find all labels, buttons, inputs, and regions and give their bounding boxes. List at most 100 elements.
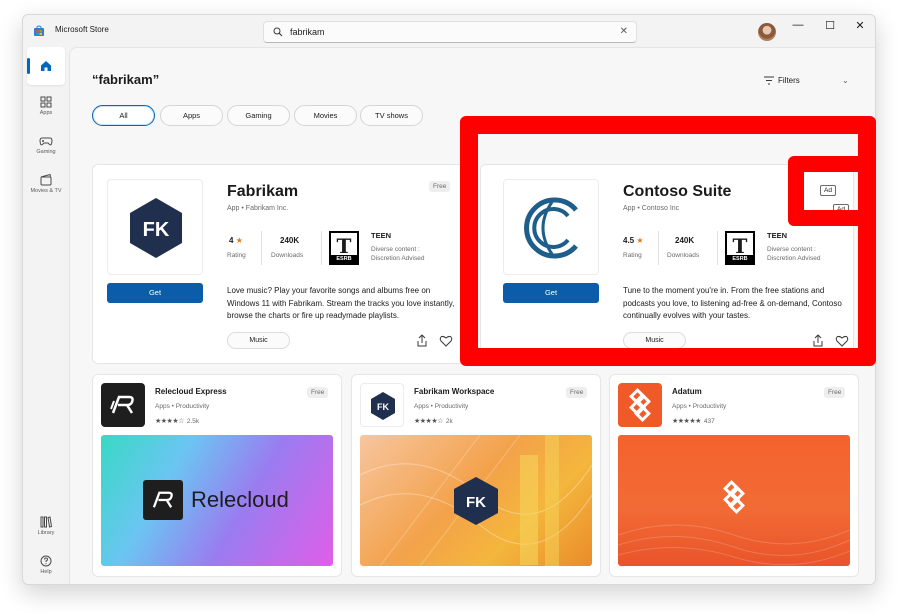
adatum-banner-icon — [723, 480, 745, 514]
app-card-adatum[interactable]: Adatum Apps • Productivity ★★★★★ 437 Free — [609, 374, 859, 577]
app-name: Relecloud Express — [155, 387, 227, 396]
app-name: Fabrikam — [227, 183, 299, 200]
svg-text:FK: FK — [466, 494, 486, 511]
adatum-banner — [618, 435, 850, 566]
relecloud-banner: Relecloud — [101, 435, 333, 566]
esrb-teen-icon: T ESRB — [329, 231, 359, 265]
sidebar-item-gaming[interactable]: Gaming — [27, 130, 65, 168]
price-badge: Free — [307, 387, 329, 398]
fabrikam-hexagon-icon: FK — [371, 392, 395, 420]
divider — [321, 231, 322, 265]
fabrikam-workspace-logo: FK — [360, 383, 404, 427]
filter-chip-movies[interactable]: Movies — [294, 105, 357, 126]
clear-search-button[interactable]: ✕ — [620, 26, 628, 37]
divider — [658, 231, 659, 265]
rating-value: 4 ★ — [229, 236, 243, 245]
app-title: Microsoft Store — [55, 25, 109, 34]
filter-icon — [764, 76, 774, 85]
filter-chip-all[interactable]: All — [92, 105, 155, 126]
avatar[interactable] — [758, 23, 776, 41]
age-rating-descriptor: Diverse content : Discretion Advised — [767, 246, 821, 262]
age-rating: TEEN — [371, 231, 392, 240]
svg-text:FK: FK — [377, 402, 389, 412]
gaming-icon — [39, 137, 53, 146]
app-card-relecloud-express[interactable]: Relecloud Express Apps • Productivity ★★… — [92, 374, 342, 577]
tag-chip-music[interactable]: Music — [227, 332, 290, 349]
library-icon — [40, 516, 52, 528]
sidebar: Apps Gaming Movies & TV Library Help — [23, 47, 69, 584]
sidebar-item-home[interactable] — [27, 47, 65, 85]
close-button[interactable]: ✕ — [850, 19, 870, 32]
active-indicator — [27, 58, 30, 74]
hero-card-contoso-suite[interactable]: Get Contoso Suite App • Contoso Inc Ad 4… — [480, 164, 854, 364]
filters-button[interactable]: Filters — [764, 76, 800, 85]
relecloud-banner-text: Relecloud — [191, 487, 289, 512]
app-name: Adatum — [672, 387, 702, 396]
contoso-c-icon — [524, 197, 578, 259]
downloads-value: 240K — [675, 236, 695, 245]
sidebar-item-label: Movies & TV — [30, 188, 62, 194]
sidebar-item-movies-tv[interactable]: Movies & TV — [27, 169, 65, 207]
sidebar-item-label: Library — [37, 530, 55, 536]
price-badge: Free — [566, 387, 588, 398]
downloads-value: 240K — [280, 236, 300, 245]
app-name: Contoso Suite — [623, 183, 732, 200]
fabrikam-logo-text: FK — [143, 219, 170, 241]
store-logo-icon — [34, 25, 44, 36]
home-icon — [41, 61, 51, 71]
share-icon[interactable] — [811, 334, 825, 348]
price-badge: Free — [429, 181, 451, 192]
get-button[interactable]: Get — [503, 283, 599, 303]
age-rating: TEEN — [767, 231, 788, 240]
chevron-down-icon[interactable]: ⌄ — [842, 76, 849, 85]
star-rating: ★★★★☆ 2k — [414, 418, 453, 425]
ad-badge: Ad — [833, 204, 849, 215]
help-icon — [40, 555, 52, 567]
wishlist-heart-icon[interactable] — [835, 334, 849, 348]
relecloud-banner-logo-icon — [143, 480, 183, 520]
main-content: “fabrikam” Filters ⌄ All Apps Gaming Mov… — [69, 47, 875, 584]
hero-card-fabrikam[interactable]: FK Get Fabrikam App • Fabrikam Inc. Free… — [92, 164, 466, 364]
filter-chip-tv-shows[interactable]: TV shows — [360, 105, 423, 126]
filter-chip-gaming[interactable]: Gaming — [227, 105, 290, 126]
star-icon: ★ — [636, 236, 644, 245]
minimize-button[interactable]: — — [788, 19, 808, 31]
movies-icon — [40, 174, 52, 186]
app-category: Apps • Productivity — [672, 403, 727, 410]
fabrikam-workspace-banner: FK — [360, 435, 592, 566]
sidebar-item-apps[interactable]: Apps — [27, 91, 65, 129]
sidebar-item-help[interactable]: Help — [27, 550, 65, 584]
filter-chip-apps[interactable]: Apps — [160, 105, 223, 126]
app-description: Tune to the moment you're in. From the f… — [623, 286, 842, 320]
app-category: Apps • Productivity — [414, 403, 469, 410]
esrb-teen-icon: T ESRB — [725, 231, 755, 265]
fabrikam-hexagon-icon: FK — [130, 198, 182, 258]
fabrikam-banner-hexagon-icon: FK — [454, 477, 498, 525]
price-badge: Free — [824, 387, 846, 398]
apps-icon — [40, 96, 52, 108]
rating-value: 4.5 ★ — [623, 236, 644, 245]
get-button[interactable]: Get — [107, 283, 203, 303]
star-icon: ★ — [235, 236, 243, 245]
share-icon[interactable] — [415, 334, 429, 348]
sidebar-item-library[interactable]: Library — [27, 511, 65, 549]
divider — [261, 231, 262, 265]
app-name: Fabrikam Workspace — [414, 387, 495, 396]
search-input[interactable]: fabrikam ✕ — [263, 21, 637, 43]
fabrikam-logo: FK — [107, 179, 203, 275]
adatum-logo — [618, 383, 662, 427]
divider — [717, 231, 718, 265]
app-publisher: App • Fabrikam Inc. — [227, 205, 289, 212]
wishlist-heart-icon[interactable] — [439, 334, 453, 348]
adatum-icon — [629, 388, 651, 422]
tag-chip-music[interactable]: Music — [623, 332, 686, 349]
age-rating-descriptor: Diverse content : Discretion Advised — [371, 246, 425, 262]
maximize-button[interactable]: ☐ — [820, 19, 840, 32]
app-card-fabrikam-workspace[interactable]: FK Fabrikam Workspace Apps • Productivit… — [351, 374, 601, 577]
page-title: “fabrikam” — [92, 72, 160, 87]
filters-label: Filters — [778, 76, 800, 85]
ad-badge-highlighted: Ad — [820, 185, 836, 196]
search-value: fabrikam — [290, 27, 325, 37]
star-rating: ★★★★★ 437 — [672, 418, 715, 425]
app-description: Love music? Play your favorite songs and… — [227, 286, 455, 320]
